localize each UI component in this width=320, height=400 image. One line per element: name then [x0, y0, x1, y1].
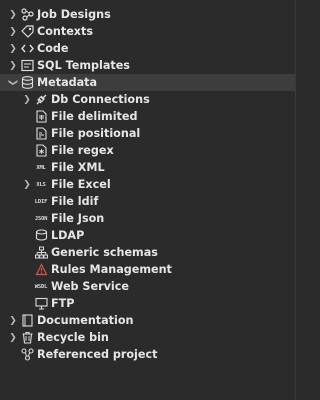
tree-item-documentation[interactable]: ❯ Documentation [0, 312, 295, 329]
tree-item-web-service[interactable]: WSDL Web Service [0, 278, 295, 295]
tree-item-label: File ldif [51, 195, 99, 208]
web-service-icon: WSDL [34, 283, 48, 290]
repository-tree-panel: ❯ Job Designs ❯ Contexts ❯ Code ❯ SQL Te… [0, 0, 296, 400]
ftp-icon [34, 297, 48, 311]
tree-item-db-connections[interactable]: ❯ Db Connections [0, 91, 295, 108]
tree-item-file-ldif[interactable]: LDIF File ldif [0, 193, 295, 210]
generic-schemas-icon [34, 246, 48, 260]
tree-item-job-designs[interactable]: ❯ Job Designs [0, 6, 295, 23]
tree-item-label: File XML [51, 161, 105, 174]
tree-item-recycle-bin[interactable]: ❯ Recycle bin [0, 329, 295, 346]
repository-tree: ❯ Job Designs ❯ Contexts ❯ Code ❯ SQL Te… [0, 0, 295, 363]
rules-management-icon [34, 263, 48, 277]
tree-item-rules-management[interactable]: Rules Management [0, 261, 295, 278]
tree-item-label: Referenced project [37, 348, 158, 361]
tree-item-label: SQL Templates [37, 59, 130, 72]
tree-item-referenced-project[interactable]: Referenced project [0, 346, 295, 363]
tree-item-label: File positional [51, 127, 141, 140]
metadata-icon [20, 76, 34, 90]
chevron-right-icon[interactable]: ❯ [8, 57, 18, 74]
tree-item-file-excel[interactable]: ❯ XLS File Excel [0, 176, 295, 193]
chevron-right-icon[interactable]: ❯ [8, 329, 18, 346]
tree-item-label: File regex [51, 144, 114, 157]
chevron-right-icon[interactable]: ❯ [8, 312, 18, 329]
tree-item-label: File Excel [51, 178, 111, 191]
tree-item-contexts[interactable]: ❯ Contexts [0, 23, 295, 40]
tree-item-label: File delimited [51, 110, 138, 123]
tree-item-label: Documentation [37, 314, 134, 327]
tree-item-metadata[interactable]: ❯ Metadata [0, 74, 295, 91]
tree-item-file-xml[interactable]: XML File XML [0, 159, 295, 176]
tree-item-label: Metadata [37, 76, 98, 89]
file-positional-icon [34, 127, 48, 141]
tree-item-label: Recycle bin [37, 331, 109, 344]
chevron-down-icon[interactable]: ❯ [5, 78, 22, 88]
job-designs-icon [20, 8, 34, 22]
tree-item-label: Contexts [37, 25, 94, 38]
documentation-icon [20, 314, 34, 328]
tree-item-label: Job Designs [37, 8, 111, 21]
tree-item-label: Web Service [51, 280, 129, 293]
tree-item-label: LDAP [51, 229, 85, 242]
chevron-right-icon[interactable]: ❯ [8, 23, 18, 40]
tree-item-ldap[interactable]: LDAP [0, 227, 295, 244]
tree-item-code[interactable]: ❯ Code [0, 40, 295, 57]
ldap-icon [34, 229, 48, 243]
file-ldif-icon: LDIF [34, 198, 48, 205]
code-icon [20, 42, 34, 56]
chevron-right-icon[interactable]: ❯ [22, 176, 32, 193]
tree-item-label: Rules Management [51, 263, 172, 276]
recycle-bin-icon [20, 331, 34, 345]
file-xml-icon: XML [36, 164, 46, 171]
tree-item-file-positional[interactable]: File positional [0, 125, 295, 142]
tree-item-ftp[interactable]: FTP [0, 295, 295, 312]
file-json-icon: JSON [34, 215, 48, 222]
chevron-right-icon[interactable]: ❯ [8, 6, 18, 23]
tree-item-label: FTP [51, 297, 75, 310]
tree-item-label: Generic schemas [51, 246, 158, 259]
referenced-project-icon [20, 348, 34, 362]
tree-item-file-delimited[interactable]: File delimited [0, 108, 295, 125]
chevron-right-icon[interactable]: ❯ [8, 40, 18, 57]
tree-item-label: File Json [51, 212, 105, 225]
tree-item-file-json[interactable]: JSON File Json [0, 210, 295, 227]
file-excel-icon: XLS [36, 181, 46, 188]
db-connections-icon [34, 93, 48, 107]
file-regex-icon [34, 144, 48, 158]
tree-item-generic-schemas[interactable]: Generic schemas [0, 244, 295, 261]
tree-item-sql-templates[interactable]: ❯ SQL Templates [0, 57, 295, 74]
file-delimited-icon [34, 110, 48, 124]
tree-item-label: Db Connections [51, 93, 150, 106]
tree-item-file-regex[interactable]: File regex [0, 142, 295, 159]
sql-templates-icon [20, 59, 34, 73]
contexts-icon [20, 25, 34, 39]
tree-item-label: Code [37, 42, 69, 55]
chevron-right-icon[interactable]: ❯ [22, 91, 32, 108]
